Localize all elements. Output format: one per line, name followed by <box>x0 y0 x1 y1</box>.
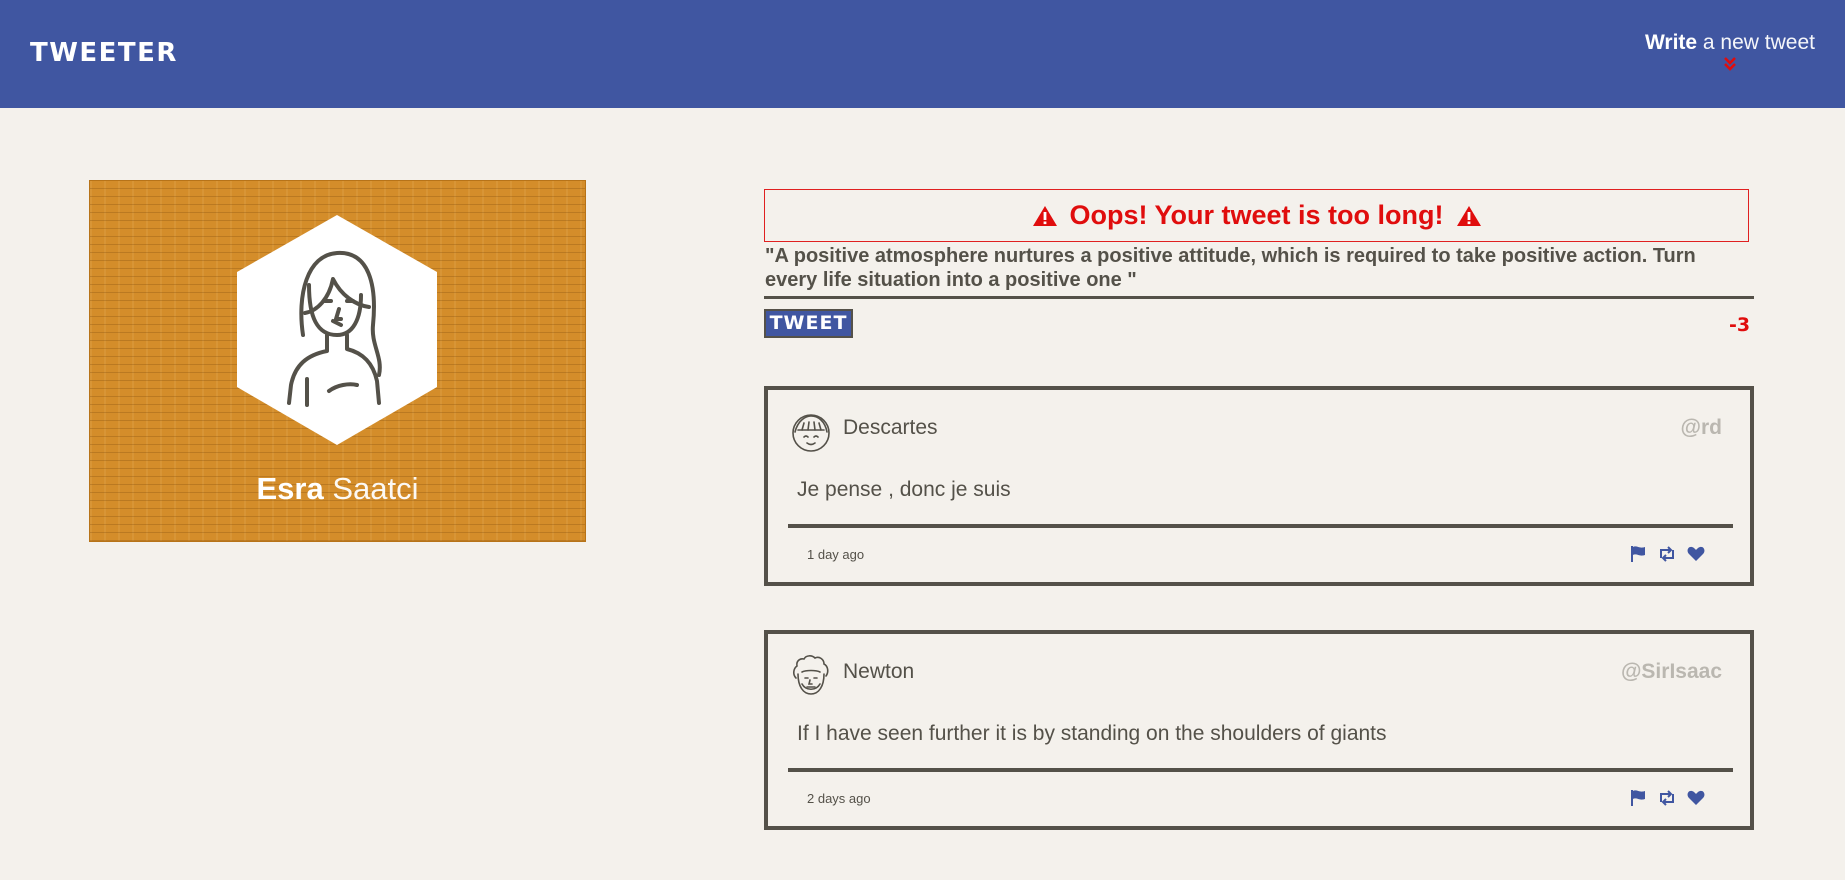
tweet-submit-button[interactable]: TWEET <box>764 309 853 338</box>
retweet-icon[interactable] <box>1657 545 1677 563</box>
warning-icon <box>1032 205 1058 227</box>
tweet-actions <box>1629 789 1705 807</box>
brand-logo[interactable]: TWEETER <box>30 38 178 68</box>
flag-icon[interactable] <box>1629 789 1647 807</box>
tweet-timestamp: 1 day ago <box>807 547 865 562</box>
man-avatar-icon <box>790 654 832 698</box>
tweet-author-handle: @rd <box>1680 416 1722 439</box>
tweet-actions <box>1629 545 1705 563</box>
tweet-author-handle: @SirIsaac <box>1620 660 1722 683</box>
character-counter: -3 <box>1729 314 1751 336</box>
heart-icon[interactable] <box>1687 790 1705 806</box>
tweet-divider <box>788 768 1733 772</box>
girl-avatar-icon <box>790 410 832 454</box>
tweet-card: Descartes @rd Je pense , donc je suis 1 … <box>764 386 1754 586</box>
compose-label: a new tweet <box>1702 31 1815 54</box>
compose-label-bold: Write <box>1644 31 1698 54</box>
flag-icon[interactable] <box>1629 545 1647 563</box>
error-message: Oops! Your tweet is too long! <box>1069 200 1444 230</box>
tweet-card: Newton @SirIsaac If I have seen further … <box>764 630 1754 830</box>
compose-toggle[interactable]: Write a new tweet <box>1645 31 1815 78</box>
warning-icon <box>1456 205 1482 227</box>
user-last-name: Saatci <box>332 471 419 506</box>
tweet-timestamp: 2 days ago <box>807 791 871 806</box>
user-name: Esra Saatci <box>90 471 585 507</box>
tweet-content: Je pense , donc je suis <box>797 478 1011 501</box>
retweet-icon[interactable] <box>1657 789 1677 807</box>
tweet-divider <box>788 524 1733 528</box>
profile-card: Esra Saatci <box>89 180 586 542</box>
tweet-textarea[interactable]: "A positive atmosphere nurtures a positi… <box>765 244 1750 292</box>
avatar-hexagon <box>237 215 437 445</box>
error-banner: Oops! Your tweet is too long! <box>764 189 1749 242</box>
user-first-name: Esra <box>256 471 324 506</box>
tweet-content: If I have seen further it is by standing… <box>797 722 1387 745</box>
tweet-author-name: Descartes <box>843 416 938 439</box>
heart-icon[interactable] <box>1687 546 1705 562</box>
composer-underline <box>764 296 1754 299</box>
navbar: TWEETER Write a new tweet <box>0 0 1845 108</box>
tweet-author-name: Newton <box>843 660 915 683</box>
double-chevron-down-icon[interactable] <box>1645 54 1815 78</box>
